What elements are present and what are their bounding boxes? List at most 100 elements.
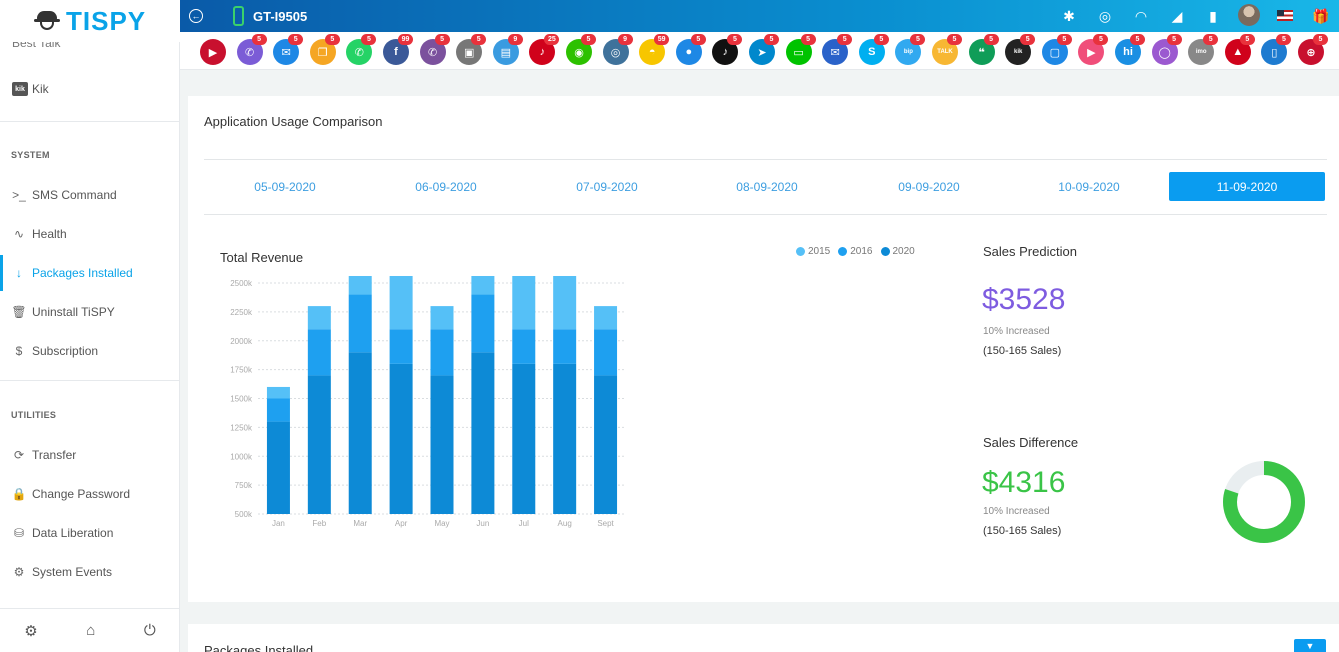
legend-item-2016[interactable]: 2016 [838, 246, 873, 257]
sidebar-item-data-liberation[interactable]: ⛁ Data Liberation [0, 515, 180, 551]
x-tick-label: Feb [312, 519, 326, 528]
wechat-app-icon[interactable]: ◉ 5 [566, 34, 596, 65]
notification-badge: 5 [251, 34, 267, 45]
notification-badge: 5 [1203, 34, 1219, 45]
mobile-app-icon[interactable]: ▯ 5 [1261, 34, 1292, 65]
card-title: Application Usage Comparison [204, 114, 383, 129]
notification-badge: 5 [800, 34, 816, 45]
tiktok-app-icon[interactable]: ♪ 5 [712, 34, 743, 65]
talk-app-icon[interactable]: TALK 5 [932, 34, 962, 65]
home-icon[interactable]: ⌂ [86, 622, 95, 639]
sidebar-item-label: Data Liberation [32, 526, 114, 540]
wifi-icon[interactable]: ◠ [1123, 8, 1159, 25]
telegram-app-icon[interactable]: ➤ 5 [749, 34, 779, 65]
brand[interactable]: TISPY [0, 0, 180, 42]
sales-difference-range: (150-165 Sales) [983, 525, 1062, 537]
sidebar-item-change-password[interactable]: 🔒 Change Password [0, 476, 180, 512]
sidebar-item-packages-installed[interactable]: ↓ Packages Installed [0, 255, 180, 291]
legend-item-2020[interactable]: 2020 [880, 246, 915, 257]
notification-badge: 5 [837, 34, 853, 45]
imo-app-icon[interactable]: imo 5 [1188, 34, 1219, 65]
sidebar-item-sms-command[interactable]: >_ SMS Command [0, 177, 180, 213]
y-tick-label: 2250k [230, 308, 253, 317]
bip-app-icon[interactable]: bip 5 [895, 34, 926, 65]
filter-dropdown-button[interactable]: ▼ [1294, 639, 1326, 652]
sidebar-item-uninstall[interactable]: 🗑 Uninstall TiSPY [0, 294, 180, 330]
app-glyph: S [868, 46, 876, 58]
sidebar-item-health[interactable]: ∿ Health [0, 216, 180, 252]
web-app-icon[interactable]: ⊕ 5 [1298, 34, 1328, 65]
date-tab[interactable]: 08-09-2020 [689, 172, 845, 201]
bluetooth-icon[interactable]: ✱ [1051, 8, 1087, 25]
app-glyph: TALK [937, 49, 953, 55]
email-app-icon[interactable]: ✉ 5 [273, 34, 304, 65]
location-icon[interactable]: ◎ [1087, 8, 1123, 25]
date-tab-active[interactable]: 11-09-2020 [1169, 172, 1325, 201]
hike-app-icon[interactable]: hi 5 [1115, 34, 1145, 65]
facebook-app-icon[interactable]: f 99 [383, 34, 413, 65]
viber-phone-app-icon[interactable]: ✆ 5 [236, 34, 267, 65]
kik-app-icon[interactable]: kik 5 [1005, 34, 1036, 65]
notification-badge: 5 [910, 34, 926, 45]
app-glyph: ✉ [281, 46, 291, 59]
gallery-app-icon[interactable]: ▲ 5 [1224, 34, 1255, 65]
date-tab[interactable]: 10-09-2020 [1011, 172, 1167, 201]
viber-app-icon[interactable]: ✆ 5 [419, 34, 450, 65]
skype-app-icon[interactable]: S5 [858, 34, 889, 65]
y-tick-label: 2000k [230, 337, 253, 346]
whatsapp-app-icon[interactable]: ✆ 5 [346, 34, 377, 65]
settings-gear-icon[interactable]: ⚙ [24, 622, 37, 640]
date-tab[interactable]: 07-09-2020 [529, 172, 685, 201]
sidebar-item-label: Change Password [32, 487, 131, 501]
notification-badge: 9 [507, 34, 523, 45]
sidebar-item-transfer[interactable]: ⟳ Transfer [0, 437, 180, 473]
x-tick-label: Sept [597, 519, 614, 528]
network-icon[interactable]: ◢ [1159, 8, 1195, 25]
chat-box-app-icon[interactable]: ▢ 5 [1041, 34, 1072, 65]
back-arrow-icon[interactable]: ← [189, 9, 203, 23]
tiktok-red-app-icon[interactable]: ♪ 25 [529, 34, 560, 65]
signal-app-icon[interactable]: ◯ 5 [1151, 34, 1182, 65]
gift-icon[interactable]: 🎁 [1303, 8, 1339, 25]
bar-segment-2015 [348, 276, 372, 295]
sidebar-item-subscription[interactable]: $ Subscription [0, 333, 180, 369]
sidebar-item-system-events[interactable]: ⚙ System Events [0, 554, 180, 590]
avatar[interactable] [1231, 3, 1267, 29]
app-glyph: ◯ [1158, 46, 1171, 59]
legend-item-2015[interactable]: 2015 [796, 246, 830, 257]
sidebar-item-kik[interactable]: kik Kik [0, 71, 180, 107]
copy-app-icon[interactable]: ❐ 5 [309, 34, 340, 65]
battery-icon[interactable]: ▮ [1195, 8, 1231, 25]
video-chat-app-icon[interactable]: ▶ 5 [1078, 34, 1109, 65]
bar-segment-2015 [430, 306, 454, 330]
sidebar-item-label: SMS Command [32, 188, 117, 202]
legend-dot [796, 247, 805, 256]
flag-us-icon[interactable] [1267, 8, 1303, 24]
bar-segment-2020 [594, 375, 618, 514]
date-tab[interactable]: 05-09-2020 [207, 172, 363, 201]
video-camera-app-icon[interactable]: ▶ [200, 39, 226, 65]
x-tick-label: Jan [272, 519, 285, 528]
notification-badge: 5 [1313, 34, 1328, 45]
notification-badge: 5 [581, 34, 596, 45]
notification-badge: 5 [947, 34, 962, 45]
app-glyph: f [394, 46, 398, 58]
app-glyph: hi [1123, 46, 1133, 58]
hangouts-app-icon[interactable]: ❝ 5 [968, 34, 999, 65]
x-tick-label: Jun [476, 519, 489, 528]
trash-icon: 🗑 [11, 305, 27, 319]
bar-segment-2020 [266, 421, 290, 514]
briefcase-app-icon[interactable]: ▣ 5 [456, 34, 487, 65]
instagram-app-icon[interactable]: ◎ 9 [602, 34, 633, 65]
bar-segment-2016 [430, 329, 454, 376]
sidebar-item-label: Packages Installed [32, 266, 133, 280]
power-icon[interactable]: ⏻ [144, 622, 156, 639]
snapchat-app-icon[interactable]: ◓ 59 [639, 34, 670, 65]
messenger-app-icon[interactable]: ✉ 5 [822, 34, 853, 65]
messages-app-icon[interactable]: ▤ 9 [492, 34, 523, 65]
bar-segment-2015 [553, 276, 577, 330]
date-tab[interactable]: 06-09-2020 [368, 172, 524, 201]
flickr-app-icon[interactable]: ● 5 [675, 34, 706, 65]
date-tab[interactable]: 09-09-2020 [851, 172, 1007, 201]
line-app-icon[interactable]: ▭ 5 [785, 34, 816, 65]
